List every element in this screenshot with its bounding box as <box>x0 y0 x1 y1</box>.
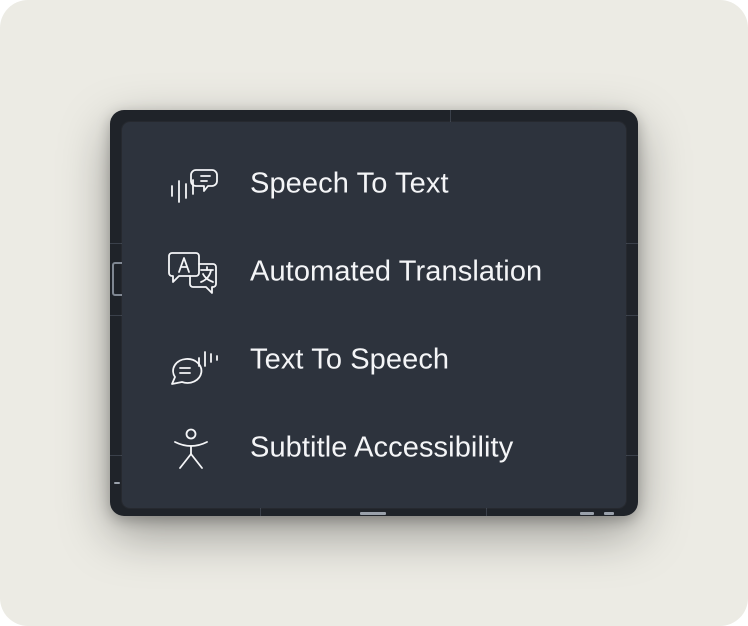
menu-item-label: Automated Translation <box>250 255 543 288</box>
menu-item-text-to-speech[interactable]: Text To Speech <box>122 316 626 404</box>
menu-item-label: Text To Speech <box>250 343 450 376</box>
menu-item-subtitle-accessibility[interactable]: Subtitle Accessibility <box>122 404 626 492</box>
accessibility-icon <box>166 420 222 476</box>
menu-item-label: Subtitle Accessibility <box>250 431 514 464</box>
translate-icon <box>166 244 222 300</box>
background-text-fragment <box>604 512 614 515</box>
menu-item-speech-to-text[interactable]: Speech To Text <box>122 140 626 228</box>
background-text-fragment <box>114 482 120 484</box>
menu-item-label: Speech To Text <box>250 167 449 200</box>
text-to-speech-icon <box>166 332 222 388</box>
speech-to-text-icon <box>166 156 222 212</box>
background-text-fragment <box>580 512 594 515</box>
menu-item-automated-translation[interactable]: Automated Translation <box>122 228 626 316</box>
background-text-fragment <box>360 512 386 515</box>
dropdown-menu: Speech To Text Automated Translation Tex… <box>122 122 626 508</box>
